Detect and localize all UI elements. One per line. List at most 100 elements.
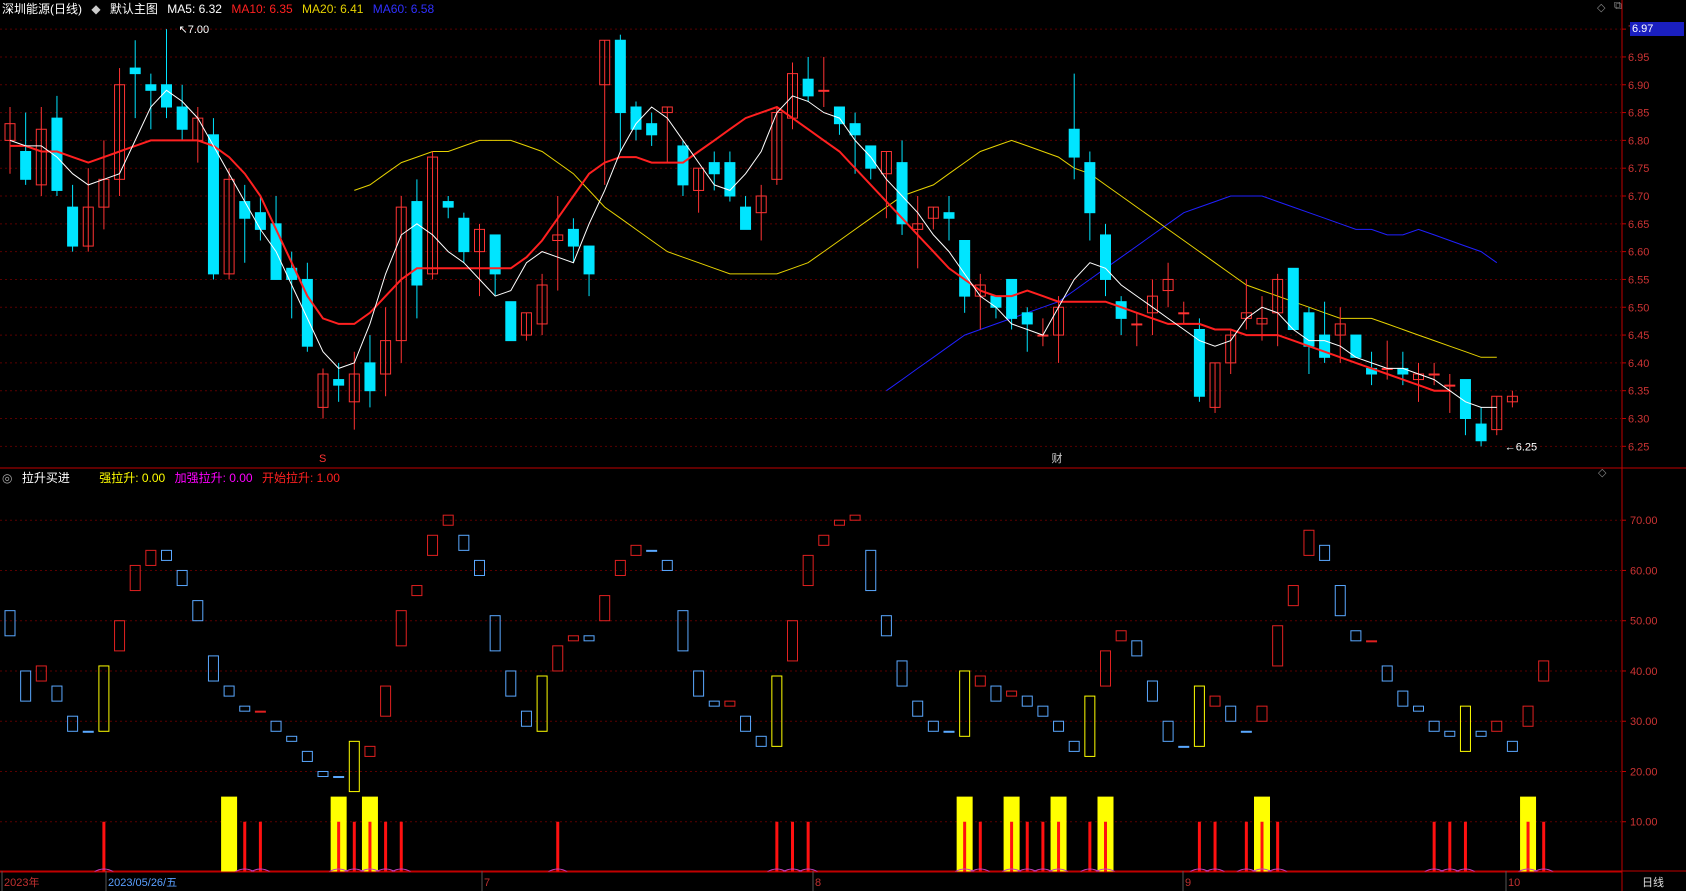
indicator-layer: [0, 514, 1622, 873]
indicator-box: [129, 564, 141, 592]
indicator-box: [520, 710, 532, 727]
indicator-box: [1366, 640, 1378, 643]
candle-down: [1303, 312, 1315, 347]
indicator-box: [317, 770, 329, 778]
ma20-value: MA20: 6.41: [302, 2, 364, 16]
candle-down: [67, 206, 79, 247]
indicator-toggle-icon[interactable]: ◎: [2, 471, 12, 485]
candle-down: [740, 206, 752, 230]
indicator-box: [161, 549, 172, 561]
candle-down: [990, 295, 1002, 308]
ma20-polyline: [354, 139, 1497, 358]
indicator-box: [145, 549, 157, 566]
main-chart-header: 深圳能源(日线) ◆ 默认主图 MA5: 6.32 MA10: 6.35 MA2…: [2, 0, 440, 17]
indicator-tick-label: 40.00: [1630, 666, 1658, 678]
price-tick-label: 6.30: [1628, 414, 1649, 426]
candle-down: [1287, 267, 1299, 330]
extra-strong-value: 加强拉升: 0.00: [174, 471, 253, 485]
start-lift-bar: [1025, 821, 1029, 872]
start-lift-bar: [352, 821, 356, 872]
start-lift-bar: [556, 821, 560, 872]
candle-down: [943, 212, 955, 219]
indicator-box: [1272, 625, 1284, 667]
template-label[interactable]: 默认主图: [110, 2, 158, 16]
candle-down: [176, 106, 188, 130]
indicator-box: [974, 675, 986, 687]
indicator-tick-label: 60.00: [1630, 565, 1658, 577]
indicator-box: [67, 715, 79, 732]
start-lift-bar: [1197, 821, 1201, 872]
start-lift-bar: [1104, 821, 1107, 872]
high-annotation: ↖7.00: [179, 24, 210, 36]
start-lift-bar: [1088, 821, 1092, 872]
indicator-box: [661, 559, 673, 571]
candle-down: [1100, 234, 1111, 280]
candle-down: [161, 84, 172, 108]
indicator-box: [51, 685, 63, 702]
price-tick-label: 6.25: [1628, 441, 1649, 453]
candle-down: [833, 106, 845, 125]
ma20-line: [354, 139, 1497, 358]
indicator-box: [270, 720, 282, 732]
indicator-box: [771, 675, 783, 747]
indicator-box: [364, 745, 376, 757]
indicator-box: [646, 549, 658, 552]
indicator-box: [1084, 695, 1096, 757]
candle-down: [1475, 423, 1487, 442]
indicator-box: [849, 514, 861, 521]
diamond-icon[interactable]: ◇: [1597, 1, 1605, 14]
indicator-box: [458, 534, 470, 551]
indicator-box: [959, 670, 971, 737]
indicator-box: [1303, 529, 1315, 556]
price-tick-label: 6.85: [1628, 108, 1649, 120]
indicator-box: [1037, 705, 1049, 717]
indicator-box: [990, 685, 1002, 702]
indicator-box: [1193, 685, 1205, 747]
indicator-name[interactable]: 拉升买进: [22, 471, 70, 485]
indicator-box: [505, 670, 517, 697]
indicator-box: [474, 559, 485, 576]
template-diamond-icon[interactable]: ◆: [91, 2, 100, 16]
indicator-box: [787, 620, 798, 662]
candle-down: [1193, 329, 1205, 397]
candle-down: [1021, 312, 1033, 325]
date-label: 7: [484, 877, 490, 889]
start-lift-bar: [1260, 821, 1264, 872]
indicator-box: [1178, 745, 1190, 748]
candle-down: [20, 151, 32, 180]
start-lift-bar: [1276, 821, 1280, 872]
start-lift-bar: [102, 821, 106, 872]
indicator-box: [395, 610, 407, 647]
start-lift-bar: [1432, 821, 1436, 872]
indicator-box: [724, 700, 736, 707]
indicator-box: [1209, 695, 1221, 707]
candle-down: [802, 78, 814, 97]
candle-down: [1068, 128, 1080, 158]
candle-down: [849, 123, 861, 136]
start-lift-bar: [791, 821, 794, 872]
indicator-box: [1021, 695, 1033, 707]
indicator-box: [35, 665, 47, 682]
restore-icon[interactable]: ⧉: [1614, 0, 1622, 13]
price-tick-label: 6.70: [1628, 191, 1649, 203]
indicator-settings-icon[interactable]: ◇: [1598, 466, 1606, 479]
strong-lift-bar: [221, 796, 238, 872]
candle-down: [583, 245, 595, 275]
stock-name[interactable]: 深圳能源(日线): [2, 2, 82, 16]
stock-chart-canvas[interactable]: 7.006.956.906.856.806.756.706.656.606.55…: [0, 0, 1686, 891]
start-lift-bar: [1213, 821, 1217, 872]
indicator-box: [1397, 690, 1409, 707]
indicator-box: [176, 569, 188, 587]
indicator-box: [583, 635, 595, 642]
start-lift-bar: [1041, 821, 1045, 872]
indicator-box: [1444, 730, 1456, 737]
indicator-box: [1100, 650, 1111, 687]
indicator-box: [1428, 720, 1440, 732]
candle-down: [129, 67, 141, 75]
date-label: 10: [1508, 877, 1520, 889]
indicator-box: [630, 544, 642, 556]
indicator-box: [301, 750, 313, 762]
start-lift-bar: [1526, 821, 1530, 872]
indicator-box: [740, 715, 752, 732]
price-tick-label: 6.80: [1628, 135, 1649, 147]
